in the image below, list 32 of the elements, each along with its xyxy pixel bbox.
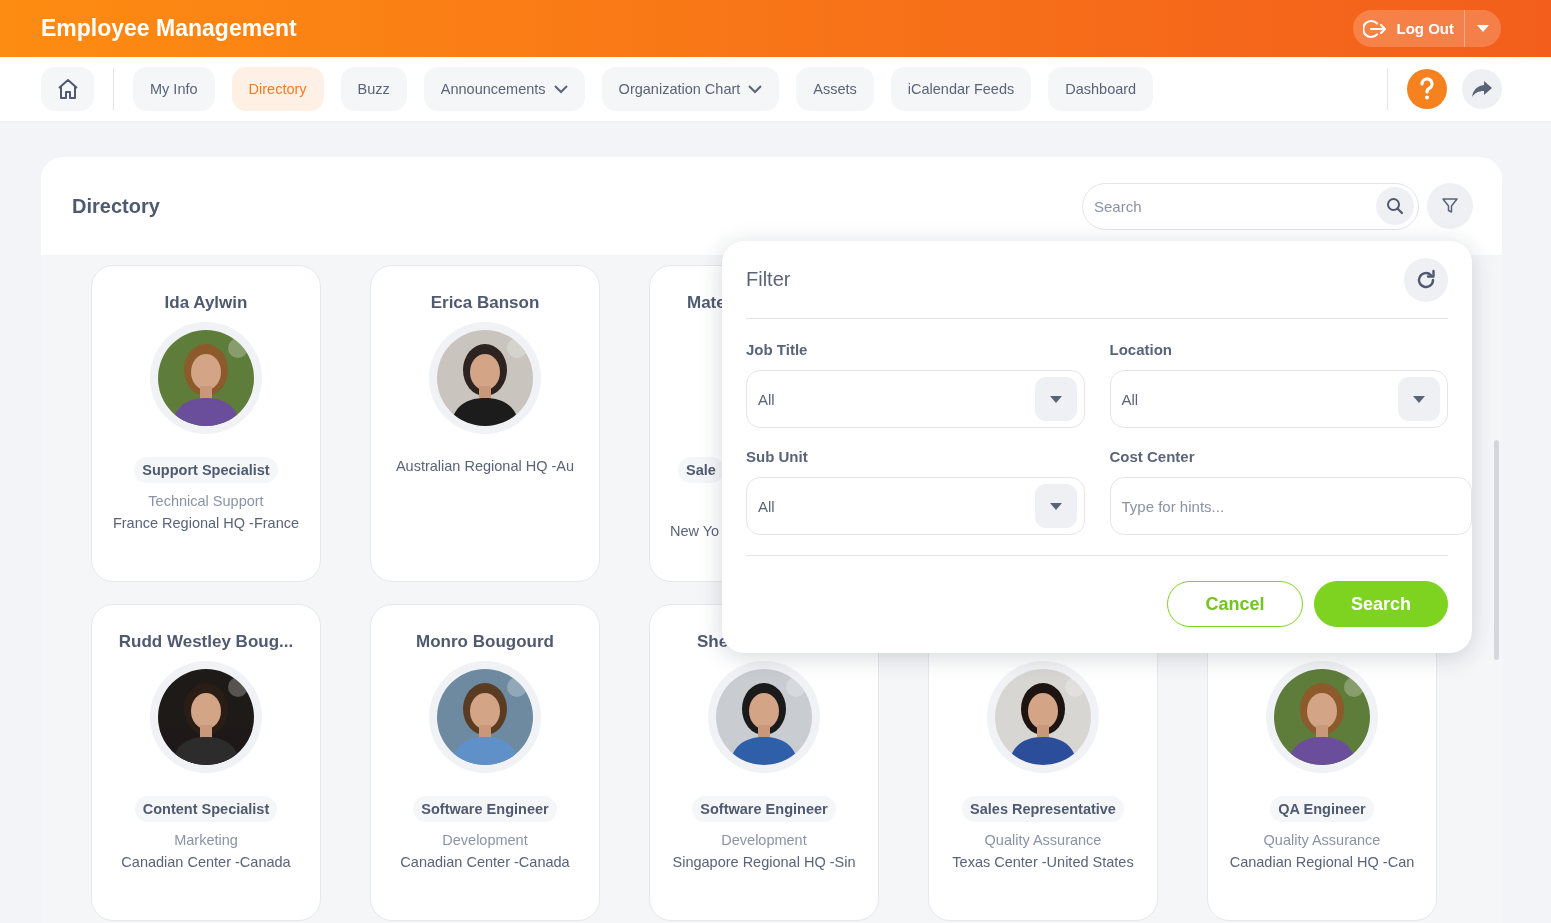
field-label: Sub Unit [746, 448, 809, 465]
field-label: Cost Center [1109, 448, 1196, 465]
job-title-badge: Sale [678, 457, 724, 483]
job-title-badge: Content Specialist [134, 796, 278, 822]
job-title-badge: Software Engineer [413, 796, 557, 822]
sub-unit-text: Development [442, 832, 528, 848]
page-title: Directory [72, 194, 161, 218]
location-text: Singapore Regional HQ -Sin [672, 854, 856, 870]
location-text: Canadian Center -Canada [400, 854, 570, 870]
app-title: Employee Management [41, 15, 297, 42]
employee-name: Erica Banson [430, 293, 540, 313]
employee-name: Rudd Westley Boug... [118, 632, 294, 652]
location-text: Australian Regional HQ -Au [395, 458, 575, 474]
sub-unit-text: Development [721, 832, 807, 848]
field-label: Job Title [746, 341, 809, 358]
job-title-badge: QA Engineer [1270, 796, 1374, 822]
filter-title: Filter [746, 268, 791, 291]
sub-unit-text: Quality Assurance [1263, 832, 1381, 848]
location-text: New Yo [670, 523, 720, 539]
job-title-badge: Software Engineer [692, 796, 836, 822]
employee-name: Monro Bougourd [416, 632, 554, 652]
employee-name: Ida Aylwin [164, 293, 248, 313]
location-text: Canadian Center -Canada [121, 854, 291, 870]
job-title-badge: Sales Representative [962, 796, 1124, 822]
location-text: France Regional HQ -France [112, 515, 300, 531]
field-label: Location [1109, 341, 1173, 358]
location-text: Texas Center -United States [952, 854, 1134, 870]
sub-unit-text: Quality Assurance [984, 832, 1102, 848]
sub-unit-text: Marketing [174, 832, 238, 848]
job-title-badge: Support Specialist [134, 457, 278, 483]
sub-unit-text: Technical Support [148, 493, 264, 509]
location-text: Canadian Regional HQ -Can [1229, 854, 1415, 870]
